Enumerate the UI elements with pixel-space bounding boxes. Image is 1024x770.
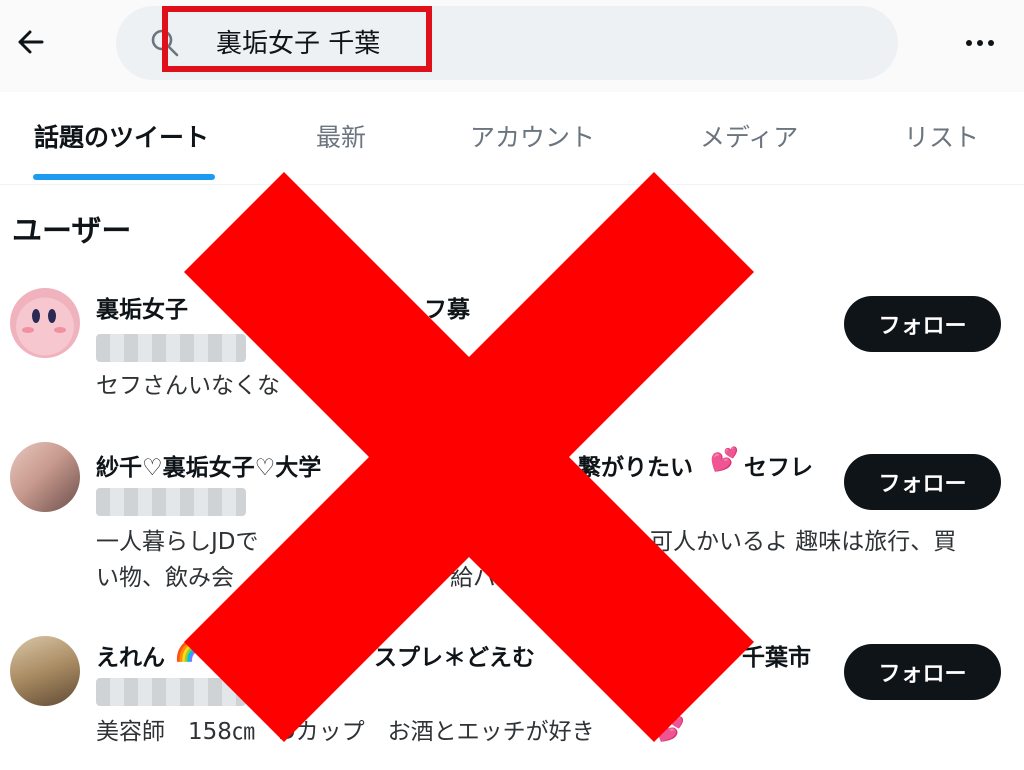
user-bio-line: 可人かいるよ 趣味は旅行、買 [650, 529, 957, 555]
user-row[interactable]: 紗千♡裏垢女子♡大学 繋がりたい 💕 セフレ 一人暮らしJDで 可人かいるよ 趣… [0, 442, 1024, 602]
user-handle-blurred [96, 678, 246, 706]
tab-lists[interactable]: リスト [904, 118, 979, 154]
follow-button[interactable]: フォロー [844, 454, 1001, 510]
user-name-end[interactable]: フ募 [424, 290, 470, 324]
user-bio: 美容師 158㎝ Dカップ お酒とエッチが好き [96, 719, 595, 745]
user-row[interactable]: 裏垢女子 フ募 セフさんいなくな フォロー [0, 284, 1024, 404]
user-name-suffix[interactable]: セフレ [744, 448, 813, 482]
user-name-mid[interactable]: スプレ＊どえむ [374, 638, 535, 672]
tab-top-tweets[interactable]: 話題のツイート [34, 118, 209, 154]
back-arrow-icon[interactable] [10, 22, 50, 62]
heart-icon: 💕 [710, 447, 739, 473]
tab-latest[interactable]: 最新 [316, 118, 366, 154]
user-handle-blurred [96, 488, 246, 516]
user-name-start[interactable]: 裏垢女子 [96, 290, 188, 324]
tab-accounts[interactable]: アカウント [470, 118, 595, 154]
user-bio: セフさんいなくな [96, 373, 280, 399]
user-bio-line: 一人暮らしJDで [96, 529, 259, 555]
search-query[interactable]: 裏垢女子 千葉 [216, 23, 380, 60]
avatar[interactable] [10, 442, 80, 512]
user-name-start[interactable]: 紗千♡裏垢女子♡大学 [96, 448, 321, 482]
avatar[interactable] [10, 636, 80, 706]
avatar[interactable] [10, 288, 80, 358]
user-bio-line: い物、飲み会 [96, 565, 234, 591]
section-title: ユーザー [12, 214, 132, 249]
user-name-end[interactable]: 千葉市 [742, 638, 811, 672]
search-box[interactable]: 裏垢女子 千葉 [116, 6, 898, 80]
user-name-end[interactable]: 繋がりたい [578, 448, 693, 482]
user-row[interactable]: えれん 🌈 スプレ＊どえむ 千葉市 美容師 158㎝ Dカップ お酒とエッチが好… [0, 632, 1024, 770]
follow-button[interactable]: フォロー [844, 296, 1001, 352]
user-name-start[interactable]: えれん [96, 638, 165, 672]
heart-icon: 💕 [656, 717, 685, 743]
user-handle-blurred [96, 334, 246, 362]
active-tab-indicator [33, 174, 215, 180]
user-bio-line: 給バ [450, 565, 496, 591]
top-bar: 裏垢女子 千葉 [0, 0, 1024, 92]
rainbow-icon: 🌈 [174, 637, 203, 663]
tab-media[interactable]: メディア [700, 118, 798, 154]
search-tabs: 話題のツイート 最新 アカウント メディア リスト [0, 92, 1024, 185]
more-options-icon[interactable] [958, 26, 1002, 60]
follow-button[interactable]: フォロー [844, 644, 1001, 700]
